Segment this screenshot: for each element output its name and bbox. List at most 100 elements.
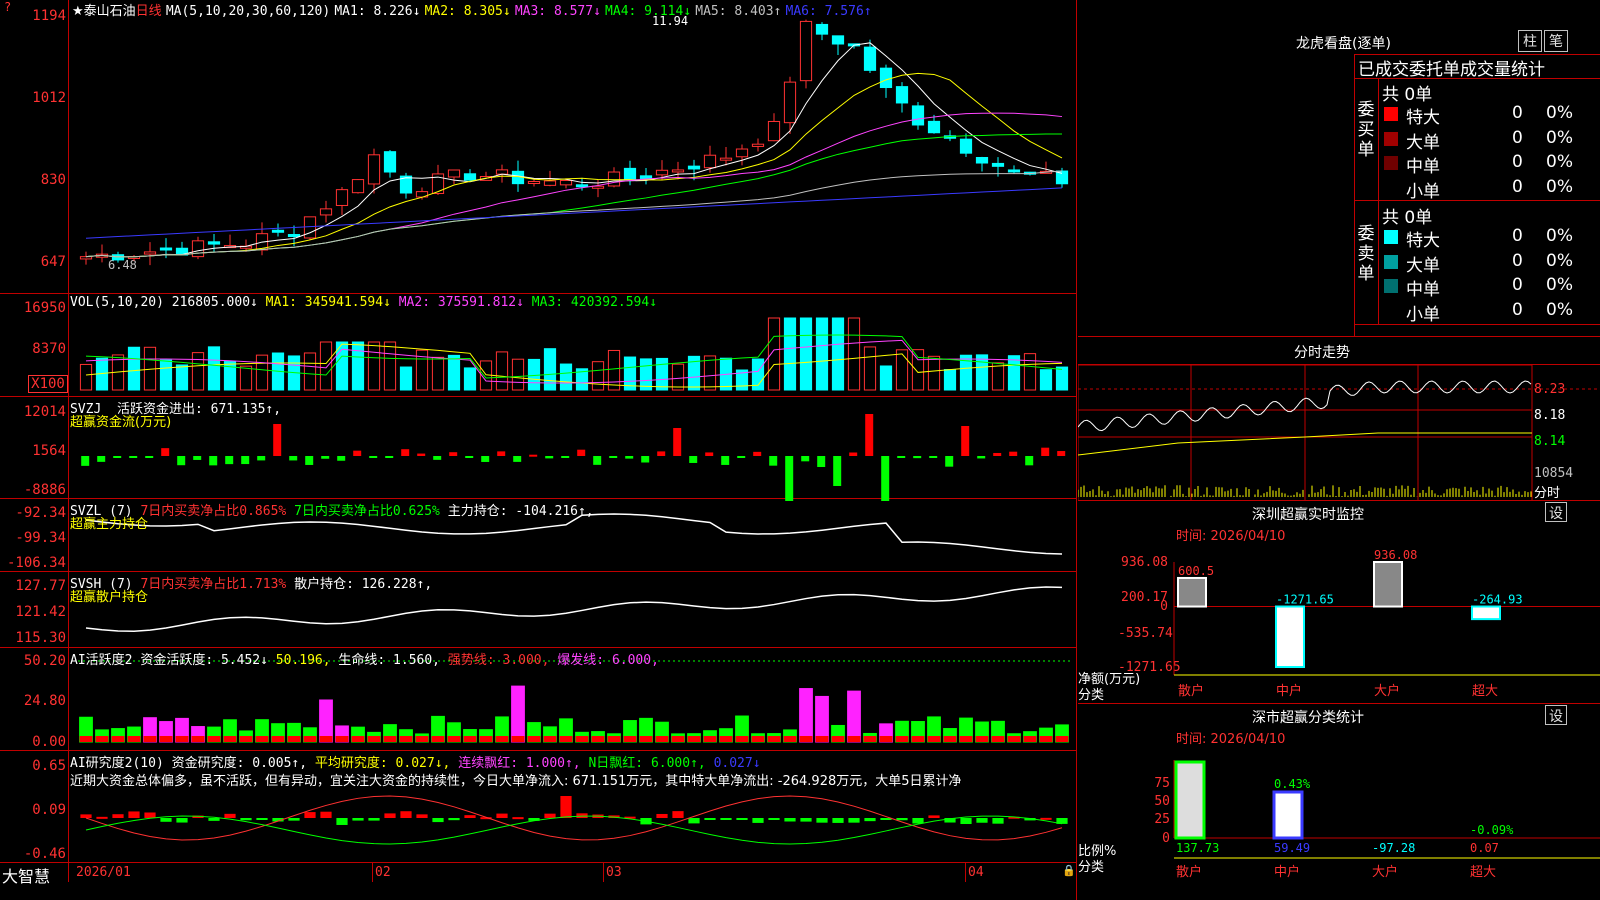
fs-axis-1: 8.23 — [1534, 382, 1566, 397]
ai-bar — [847, 690, 861, 743]
svzj-bar — [737, 456, 746, 458]
svzj-bar — [1057, 451, 1066, 456]
svzl-b: 7日内买卖净占比0.625% — [294, 504, 440, 519]
svzj-bar — [753, 451, 762, 456]
ai-bar-base — [623, 736, 637, 742]
volume-bar — [975, 354, 989, 391]
color-swatch — [1384, 131, 1398, 146]
volume-bar — [847, 317, 861, 391]
tick-view-button[interactable]: 笔 — [1544, 30, 1568, 52]
candle-body — [143, 251, 157, 255]
air-bar — [464, 815, 476, 818]
air-bar — [768, 818, 780, 820]
volume-bar — [943, 369, 957, 391]
ai-c: 生命线: 1.560, — [338, 653, 441, 668]
svzj-bar — [929, 456, 938, 458]
volume-bar — [815, 317, 829, 391]
bar-view-button[interactable]: 柱 — [1518, 30, 1542, 52]
sz1-category: 散户 — [1178, 683, 1204, 699]
sz2-bar — [1174, 760, 1206, 840]
sz2-bar — [1272, 790, 1304, 840]
ai-bar-base — [255, 736, 269, 742]
volume-bars — [79, 317, 1069, 391]
air-bar — [960, 818, 972, 825]
vol-unit[interactable]: X100 — [28, 375, 68, 393]
ai-name: AI活跃度2 — [70, 653, 133, 668]
svzj-bar — [193, 456, 202, 460]
sz1-chart[interactable]: 600.5 散户 -1271.65 中户 936.08 大户 -264.93 超大 — [1078, 540, 1600, 700]
air-d: N日飘红: 6.000↑, — [588, 756, 706, 771]
ai-bar-base — [719, 736, 733, 742]
volume-bar — [767, 317, 781, 391]
candle-body — [767, 120, 781, 142]
fs-vol: 10854 — [1534, 466, 1574, 481]
row-label: 中单 — [1406, 157, 1440, 177]
svzl-c: 主力持仓: -104.216↑, — [447, 504, 594, 519]
air-bar — [320, 811, 332, 818]
buy-row: 中单 0 0% — [1382, 152, 1600, 177]
ai-bar-base — [351, 736, 365, 742]
svzj-bar — [993, 452, 1002, 456]
candle-body — [191, 240, 205, 258]
air-bar — [448, 818, 460, 821]
svzj-bar — [257, 456, 266, 461]
volume-bar — [239, 365, 253, 391]
candle-body — [975, 157, 989, 164]
sz2-value: 0.07 — [1470, 841, 1499, 855]
volume-bar — [511, 358, 525, 391]
svzj-bar — [913, 456, 922, 459]
row-pct: 0% — [1546, 299, 1573, 320]
volume-bar — [559, 363, 573, 391]
air-bar — [800, 818, 812, 822]
svzj-bar — [385, 456, 394, 458]
candle-body — [783, 81, 797, 124]
air-bar — [512, 817, 524, 820]
ai-bar-base — [1023, 736, 1037, 742]
vol-ma1: MA1: 345941.594↓ — [265, 295, 391, 310]
svzl-a: 7日内买卖净占比0.865% — [140, 504, 287, 519]
ai-bar-base — [655, 736, 669, 742]
svzj-bar — [449, 452, 458, 456]
svzj-bar — [113, 456, 122, 458]
ma-line — [85, 170, 1063, 258]
sz1-bar-label: 936.08 — [1374, 548, 1417, 562]
volume-bar — [207, 346, 221, 391]
ai-bar-base — [879, 736, 893, 742]
air-c: 连续飘红: 1.000↑, — [458, 756, 581, 771]
sz1-category: 中户 — [1276, 683, 1302, 699]
sz2-chart[interactable]: 137.73 散户 0.43% 59.49 中户 -97.28 大户 -0.09% 0.07 超大 — [1078, 740, 1600, 900]
fs-chart[interactable] — [1078, 365, 1600, 500]
ai-bar — [511, 685, 525, 743]
volume-bar — [367, 341, 381, 391]
air-bar — [128, 811, 140, 818]
row-value: 0 — [1512, 275, 1523, 295]
ai-bar-base — [143, 736, 157, 742]
svzj-axis-3: -8886 — [23, 482, 66, 498]
ai-bar-base — [783, 736, 797, 742]
sz2-settings-button[interactable]: 设 — [1545, 705, 1567, 725]
svsh-axis-1: 127.77 — [15, 578, 66, 594]
ai-bar-base — [815, 736, 829, 742]
row-value: 0 — [1512, 127, 1523, 148]
air-e: 0.027↓ — [713, 756, 761, 771]
main-chart[interactable]: ? ★泰山石油日线 MA(5,10,20,30,60,120) MA1: 8.2… — [0, 0, 1077, 900]
candles — [79, 19, 1069, 266]
air-bar — [864, 818, 876, 822]
air-bar — [912, 818, 924, 824]
lock-icon[interactable]: 🔒 — [1062, 864, 1076, 877]
vol-ma3: MA3: 420392.594↓ — [531, 295, 658, 310]
svsh-axis-2: 121.42 — [15, 604, 66, 620]
ai-bar-base — [767, 736, 781, 742]
date-3: 03 — [606, 865, 622, 880]
ai-bar-base — [1007, 736, 1021, 742]
vol-value: 216805.000↓ — [171, 295, 258, 310]
sz1-settings-button[interactable]: 设 — [1545, 502, 1567, 522]
air-bar — [160, 818, 172, 822]
volume-bar — [255, 354, 269, 391]
air-legend: AI研究度2(10) 资金研究度: 0.005↑, 平均研究度: 0.027↓,… — [70, 752, 761, 771]
sz1-bar — [1373, 561, 1403, 608]
vol-axis-1: 16950 — [23, 300, 66, 316]
candle-body — [687, 165, 701, 170]
svzj-bar — [433, 456, 442, 460]
chart-canvas[interactable] — [0, 0, 1077, 882]
